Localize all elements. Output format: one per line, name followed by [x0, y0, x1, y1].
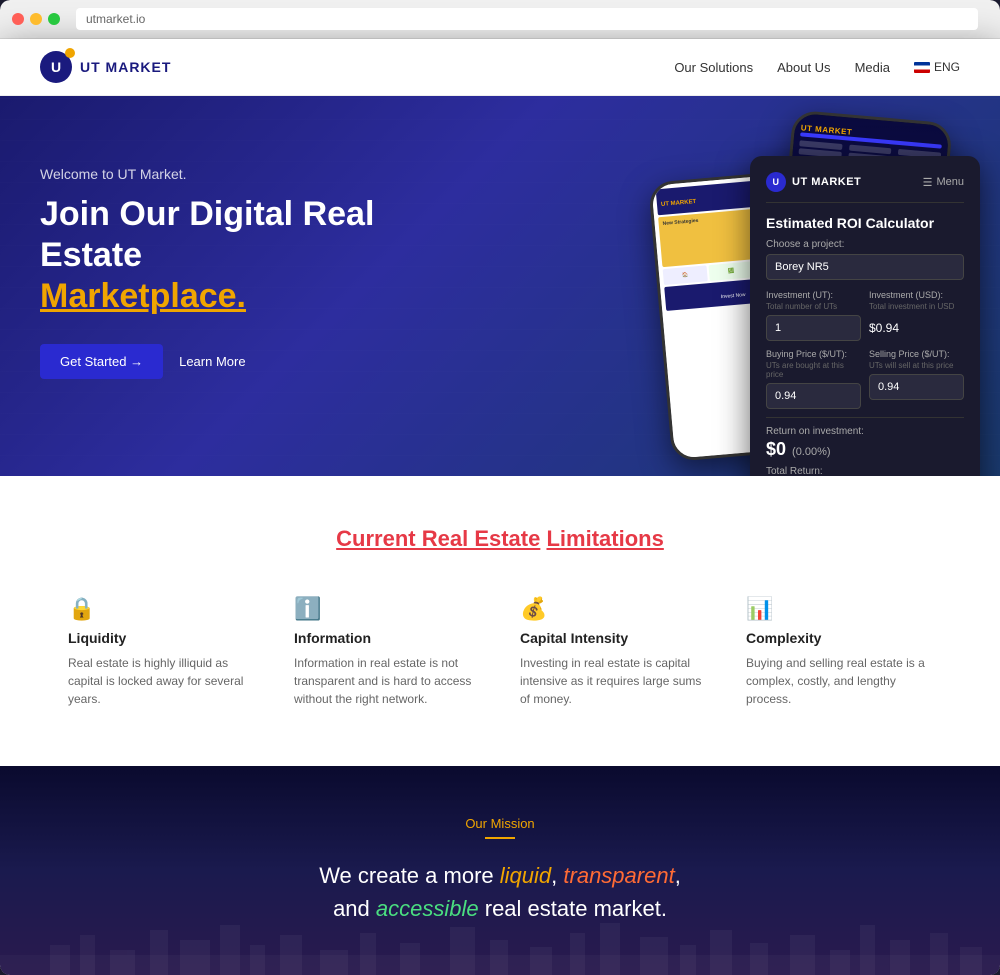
- limitation-information: ℹ️ Information Information in real estat…: [286, 588, 488, 716]
- phone-icon-1: 🏠: [663, 265, 708, 285]
- logo-icon: [40, 51, 72, 83]
- roi-selling-input[interactable]: [869, 374, 964, 400]
- roi-return-value: $0: [766, 439, 786, 460]
- roi-buying-label: Buying Price ($/UT):: [766, 349, 861, 359]
- navbar: UT MARKET Our Solutions About Us Media E…: [0, 39, 1000, 96]
- nav-lang-label: ENG: [934, 60, 960, 74]
- roi-buying-sublabel: UTs are bought at this price: [766, 361, 861, 379]
- limitation-liquidity: 🔒 Liquidity Real estate is highly illiqu…: [60, 588, 262, 716]
- nav-links: Our Solutions About Us Media ENG: [674, 60, 960, 75]
- hamburger-icon: ☰: [923, 176, 933, 189]
- capital-desc: Investing in real estate is capital inte…: [520, 654, 706, 708]
- hero-section: Welcome to UT Market. Join Our Digital R…: [0, 96, 1000, 476]
- hero-content: Welcome to UT Market. Join Our Digital R…: [40, 146, 460, 379]
- roi-header: U UT MARKET ☰ Menu: [766, 172, 964, 203]
- limitations-title-highlight: Limitations: [546, 526, 663, 551]
- browser-chrome: utmarket.io: [0, 0, 1000, 39]
- phone-inner-logo: UT MARKET: [661, 199, 697, 208]
- hero-title-line1: Join Our Digital Real Estate: [40, 195, 374, 274]
- roi-investment-usd-value: $0.94: [869, 315, 964, 341]
- mission-word-transparent: transparent: [563, 863, 674, 888]
- limitation-capital: 💰 Capital Intensity Investing in real es…: [512, 588, 714, 716]
- get-started-button[interactable]: Get Started →: [40, 344, 163, 379]
- roi-buying-group: Buying Price ($/UT): UTs are bought at t…: [766, 349, 861, 409]
- nav-media[interactable]: Media: [855, 60, 890, 75]
- site-wrapper: UT MARKET Our Solutions About Us Media E…: [0, 39, 1000, 975]
- roi-investment-ut-group: Investment (UT): Total number of UTs: [766, 290, 861, 341]
- roi-calculator: U UT MARKET ☰ Menu Estimated ROI Calcula…: [750, 156, 980, 476]
- roi-price-row: Buying Price ($/UT): UTs are bought at t…: [766, 349, 964, 409]
- limitations-title-normal: Current Real Estate: [336, 526, 540, 551]
- roi-result-section: Return on investment: $0 (0.00%) Total R…: [766, 417, 964, 476]
- limitations-section: Current Real Estate Limitations 🔒 Liquid…: [0, 476, 1000, 766]
- logo[interactable]: UT MARKET: [40, 51, 171, 83]
- browser-address-bar[interactable]: utmarket.io: [76, 8, 978, 30]
- liquidity-icon: 🔒: [68, 596, 254, 622]
- roi-return-label: Return on investment:: [766, 426, 964, 437]
- nav-about-us[interactable]: About Us: [777, 60, 830, 75]
- roi-total-label: Total Return:: [766, 466, 964, 476]
- capital-title: Capital Intensity: [520, 630, 706, 646]
- hero-buttons: Get Started → Learn More: [40, 344, 460, 379]
- browser-minimize-dot[interactable]: [30, 13, 42, 25]
- mission-comma-2: ,: [675, 863, 681, 888]
- phone-cta-text: Invest Now: [721, 292, 746, 300]
- roi-buying-input[interactable]: [766, 383, 861, 409]
- limitation-complexity: 📊 Complexity Buying and selling real est…: [738, 588, 940, 716]
- roi-menu-label: Menu: [936, 176, 964, 188]
- liquidity-desc: Real estate is highly illiquid as capita…: [68, 654, 254, 708]
- browser-maximize-dot[interactable]: [48, 13, 60, 25]
- complexity-title: Complexity: [746, 630, 932, 646]
- roi-selling-group: Selling Price ($/UT): UTs will sell at t…: [869, 349, 964, 409]
- mission-word-liquid: liquid: [500, 863, 551, 888]
- hero-title-highlight: Marketplace.: [40, 276, 460, 317]
- roi-selling-label: Selling Price ($/UT):: [869, 349, 964, 359]
- roi-investment-usd-label: Investment (USD):: [869, 290, 964, 300]
- limitations-grid: 🔒 Liquidity Real estate is highly illiqu…: [60, 588, 940, 716]
- roi-investment-row: Investment (UT): Total number of UTs Inv…: [766, 290, 964, 341]
- roi-logo-icon: U: [766, 172, 786, 192]
- nav-our-solutions[interactable]: Our Solutions: [674, 60, 753, 75]
- limitations-title: Current Real Estate Limitations: [60, 526, 940, 552]
- mission-text-prefix: We create a more: [319, 863, 493, 888]
- roi-investment-ut-input[interactable]: [766, 315, 861, 341]
- capital-icon: 💰: [520, 596, 706, 622]
- learn-more-button[interactable]: Learn More: [179, 354, 245, 369]
- roi-investment-ut-label: Investment (UT):: [766, 290, 861, 300]
- roi-title: Estimated ROI Calculator: [766, 215, 964, 231]
- mission-underline: [485, 837, 515, 839]
- roi-investment-usd-sublabel: Total investment in USD: [869, 302, 964, 311]
- mission-section: Our Mission We create a more liquid, tra…: [0, 766, 1000, 975]
- information-desc: Information in real estate is not transp…: [294, 654, 480, 708]
- roi-investment-ut-sublabel: Total number of UTs: [766, 302, 861, 311]
- mission-label: Our Mission: [60, 816, 940, 831]
- browser-close-dot[interactable]: [12, 13, 24, 25]
- mission-comma-1: ,: [551, 863, 557, 888]
- roi-selling-sublabel: UTs will sell at this price: [869, 361, 964, 370]
- roi-return-pct: (0.00%): [792, 446, 831, 458]
- liquidity-title: Liquidity: [68, 630, 254, 646]
- roi-logo-text: UT MARKET: [792, 176, 861, 188]
- information-title: Information: [294, 630, 480, 646]
- complexity-icon: 📊: [746, 596, 932, 622]
- complexity-desc: Buying and selling real estate is a comp…: [746, 654, 932, 708]
- flag-icon: [914, 62, 930, 73]
- hero-welcome: Welcome to UT Market.: [40, 166, 460, 182]
- information-icon: ℹ️: [294, 596, 480, 622]
- phone-icon-2: 💹: [708, 261, 753, 281]
- roi-logo: U UT MARKET: [766, 172, 861, 192]
- roi-project-label: Choose a project:: [766, 239, 964, 250]
- logo-text: UT MARKET: [80, 59, 171, 75]
- nav-language[interactable]: ENG: [914, 60, 960, 74]
- hero-title: Join Our Digital Real Estate Marketplace…: [40, 194, 460, 316]
- roi-return-row: $0 (0.00%): [766, 439, 964, 460]
- city-silhouette: [0, 915, 1000, 975]
- roi-menu-button[interactable]: ☰ Menu: [923, 176, 964, 189]
- roi-investment-usd-group: Investment (USD): Total investment in US…: [869, 290, 964, 341]
- roi-project-select[interactable]: Borey NR5: [766, 254, 964, 280]
